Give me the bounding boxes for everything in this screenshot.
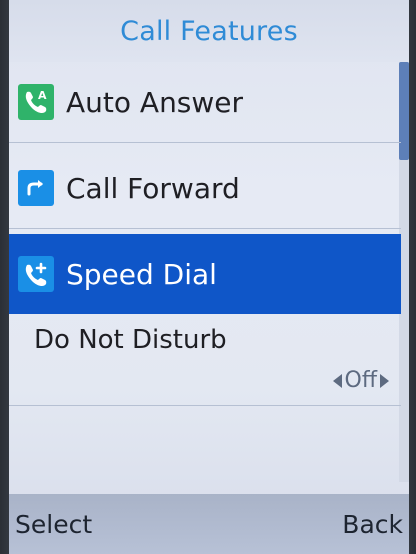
dnd-value: Off bbox=[344, 368, 377, 393]
call-forward-icon bbox=[18, 170, 54, 206]
back-softkey[interactable]: Back bbox=[336, 510, 409, 539]
arrow-left-icon[interactable] bbox=[332, 373, 342, 388]
svg-text:A: A bbox=[38, 89, 47, 102]
softkey-bar: Select Back bbox=[9, 494, 409, 554]
dnd-value-selector[interactable]: Off bbox=[332, 368, 389, 393]
menu-item-auto-answer[interactable]: A Auto Answer bbox=[9, 62, 401, 142]
menu-item-call-forward[interactable]: Call Forward bbox=[9, 148, 401, 228]
arrow-right-icon[interactable] bbox=[380, 373, 389, 388]
menu-item-speed-dial[interactable]: Speed Dial bbox=[9, 234, 401, 314]
dnd-label: Do Not Disturb bbox=[34, 325, 227, 355]
menu-item-label: Auto Answer bbox=[66, 85, 244, 119]
menu-item-label: Call Forward bbox=[66, 171, 240, 205]
title-bar: Call Features bbox=[9, 0, 409, 62]
divider bbox=[9, 142, 401, 143]
menu-item-label: Speed Dial bbox=[66, 257, 217, 291]
page-title: Call Features bbox=[120, 15, 298, 47]
auto-answer-icon: A bbox=[18, 84, 54, 120]
speed-dial-icon bbox=[18, 256, 54, 292]
divider bbox=[9, 228, 401, 229]
divider bbox=[9, 405, 401, 406]
select-softkey[interactable]: Select bbox=[9, 510, 98, 539]
phone-screen: Call Features A Auto Answer Call Forward bbox=[9, 0, 409, 554]
